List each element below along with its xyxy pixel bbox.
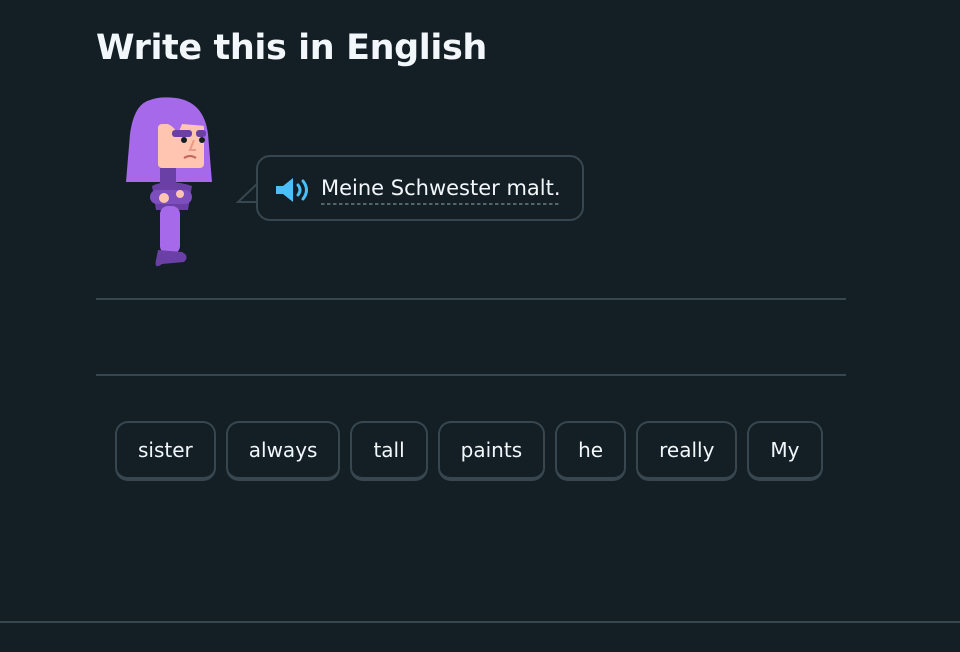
answer-line-1 bbox=[96, 298, 846, 300]
challenge-title: Write this in English bbox=[96, 28, 487, 68]
lily-character-icon bbox=[126, 97, 212, 267]
footer-divider bbox=[0, 621, 960, 623]
challenge-screen: Write this in English Meine Schwester ma… bbox=[0, 0, 960, 652]
word-tile-paints[interactable]: paints bbox=[437, 421, 546, 481]
prompt-sentence[interactable]: Meine Schwester malt. bbox=[321, 175, 561, 205]
word-tile-tall[interactable]: tall bbox=[350, 421, 428, 481]
word-tile-always[interactable]: always bbox=[225, 421, 341, 481]
word-tile-my[interactable]: My bbox=[747, 421, 823, 481]
speaker-icon[interactable] bbox=[274, 175, 312, 205]
word-bank: sister always tall paints he really My bbox=[115, 421, 823, 481]
answer-line-2 bbox=[96, 374, 846, 376]
word-tile-really[interactable]: really bbox=[636, 421, 738, 481]
word-tile-sister[interactable]: sister bbox=[115, 421, 216, 481]
word-tile-he[interactable]: he bbox=[555, 421, 627, 481]
